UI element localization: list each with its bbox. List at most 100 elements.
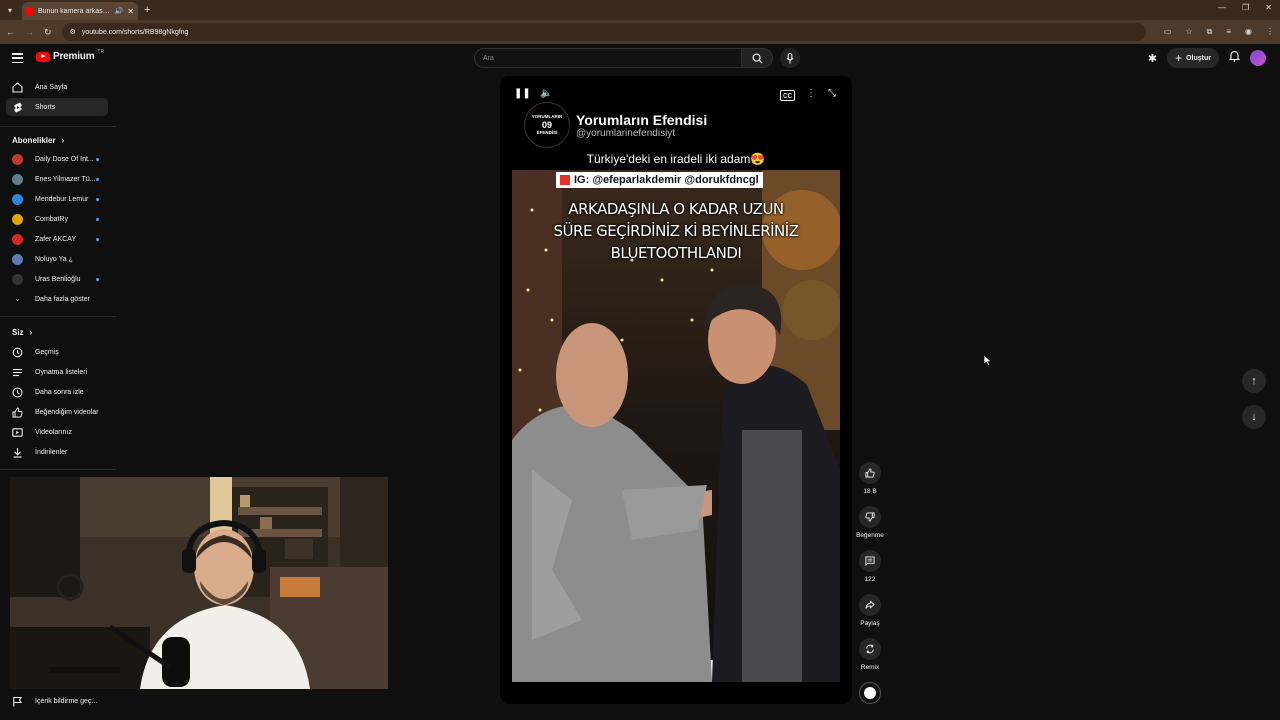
plus-icon: + (1175, 51, 1183, 65)
subscription-item[interactable]: Uras Benlioğlu (6, 270, 108, 288)
new-tab-icon[interactable]: + (144, 4, 150, 16)
sidebar-item-shorts[interactable]: Shorts (6, 98, 108, 116)
studio-icon[interactable]: ✱ (1148, 52, 1157, 65)
captions-icon[interactable]: cc (780, 90, 795, 101)
channel-logo-number: 09 (541, 119, 552, 130)
sidebar-item-label: Shorts (35, 103, 56, 111)
sidebar-item-label: İndirilenler (35, 448, 68, 456)
dislike-button[interactable] (859, 506, 881, 528)
subscription-item[interactable]: Noluyo Ya ¿ (6, 250, 108, 268)
extensions-icon[interactable]: ⧉ (1207, 27, 1213, 37)
comments-button[interactable] (859, 550, 881, 572)
overlay-line: BLUETOOTHLANDI (610, 244, 742, 262)
tab-group-icon[interactable]: ≡ (1226, 27, 1231, 37)
shorts-icon (12, 101, 23, 113)
notifications-bell-icon[interactable] (1228, 49, 1241, 67)
subscription-item[interactable]: Mendebur Lemur (6, 190, 108, 208)
sidebar-item-your-videos[interactable]: Videolarınız (6, 423, 108, 441)
overlay-line: ARKADAŞINLA O KADAR UZUN (568, 200, 784, 218)
sidebar-item-liked-videos[interactable]: Beğendiğim videolar (6, 403, 108, 421)
sidebar-item-report[interactable]: İçerik bildirme geç... (6, 692, 108, 710)
home-icon (12, 81, 23, 93)
subscription-label: Zafer AKCAY (35, 235, 77, 243)
menu-icon[interactable] (12, 53, 23, 63)
share-action[interactable]: Paylaş (854, 594, 886, 627)
remix-action[interactable]: Remix (854, 638, 886, 671)
comments-action[interactable]: 122 (854, 550, 886, 583)
sidebar-item-downloads[interactable]: İndirilenler (6, 443, 108, 461)
bookmark-star-icon[interactable]: ☆ (1185, 27, 1192, 37)
webcam-overlay (10, 477, 388, 689)
subscription-item[interactable]: Enes Yilmazer Tü... (6, 170, 108, 188)
close-tab-icon[interactable]: ✕ (127, 7, 134, 16)
shorts-player[interactable]: ❚❚ 🔈 cc ⋮ ⤡ YORUMLARIN 09 EFENDİSİ Yorum… (500, 76, 852, 704)
sidebar-item-history[interactable]: Geçmiş (6, 343, 108, 361)
channel-logo[interactable]: YORUMLARIN 09 EFENDİSİ (524, 102, 570, 148)
download-icon (12, 447, 23, 458)
account-avatar[interactable] (1250, 50, 1266, 66)
fullscreen-icon[interactable]: ⤡ (828, 88, 836, 99)
history-icon (12, 347, 23, 358)
restore-icon[interactable]: ❐ (1242, 3, 1249, 12)
forward-icon[interactable]: → (25, 27, 34, 37)
show-more-label: Daha fazla göster (35, 295, 90, 303)
more-options-icon[interactable]: ⋮ (806, 88, 816, 99)
sidebar-item-label: Oynatma listeleri (35, 368, 88, 376)
reload-icon[interactable]: ↻ (44, 27, 52, 38)
sidebar-item-label: Geçmiş (35, 348, 59, 356)
logo-country: TR (97, 48, 105, 55)
dislike-action[interactable]: Beğenme (854, 506, 886, 539)
channel-avatar (12, 193, 23, 205)
like-action[interactable]: 18 B (854, 462, 886, 495)
search-input[interactable]: Ara (474, 48, 742, 68)
tab-search-icon[interactable]: ▾ (0, 0, 20, 20)
sound-action[interactable] (854, 682, 886, 704)
url-field[interactable]: ⚙ youtube.com/shorts/RB98gNkgfng (61, 23, 1146, 41)
subscription-item[interactable]: Daily Dose Of Int... (6, 150, 108, 168)
subscription-item[interactable]: CombatRy (6, 210, 108, 228)
youtube-header: Premium TR Ara ✱ + Oluştur (0, 44, 1280, 72)
sound-thumbnail[interactable] (859, 682, 881, 704)
minimize-icon[interactable]: — (1218, 3, 1226, 12)
address-bar: ← → ↻ ⚙ youtube.com/shorts/RB98gNkgfng ▭… (0, 20, 1280, 44)
profile-icon[interactable]: ◉ (1245, 27, 1252, 37)
create-button[interactable]: + Oluştur (1167, 48, 1219, 68)
browser-tab[interactable]: Bunun kamera arkasını izle 🔊 ✕ (22, 2, 138, 20)
subscription-label: Noluyo Ya ¿ (35, 255, 73, 263)
new-content-dot (96, 157, 99, 161)
you-section-title[interactable]: Siz › (12, 328, 32, 337)
channel-name[interactable]: Yorumların Efendisi (576, 112, 707, 128)
share-button[interactable] (859, 594, 881, 616)
install-icon[interactable]: ▭ (1164, 27, 1172, 37)
like-count: 18 B (863, 488, 877, 495)
sidebar-item-watch-later[interactable]: Daha sonra izle (6, 383, 108, 401)
search-button[interactable] (741, 48, 773, 68)
sidebar-item-playlists[interactable]: Oynatma listeleri (6, 363, 108, 381)
previous-short-button[interactable]: ↑ (1242, 369, 1266, 393)
volume-icon[interactable]: 🔈 (540, 88, 552, 99)
youtube-logo[interactable]: Premium TR (36, 48, 105, 62)
subscriptions-title[interactable]: Abonelikler › (12, 136, 64, 145)
back-icon[interactable]: ← (6, 27, 15, 37)
youtube-play-icon (36, 51, 50, 62)
next-short-button[interactable]: ↓ (1242, 405, 1266, 429)
remix-label: Remix (860, 664, 880, 671)
speaker-icon[interactable]: 🔊 (115, 7, 124, 15)
pause-icon[interactable]: ❚❚ (514, 88, 531, 99)
thumbs-down-icon (865, 512, 875, 522)
logo-text: Premium (53, 51, 95, 62)
show-more-button[interactable]: ⌄ Daha fazla göster (6, 290, 108, 308)
close-window-icon[interactable]: ✕ (1265, 3, 1272, 12)
arrow-up-icon: ↑ (1251, 375, 1257, 387)
subscription-item[interactable]: Zafer AKCAY (6, 230, 108, 248)
voice-search-button[interactable] (780, 48, 800, 68)
like-button[interactable] (859, 462, 881, 484)
channel-avatar (12, 173, 23, 185)
dislike-label: Beğenme (856, 532, 884, 539)
browser-menu-icon[interactable]: ⋮ (1266, 27, 1274, 37)
chevron-right-icon: › (61, 136, 65, 145)
remix-button[interactable] (859, 638, 881, 660)
comment-icon (865, 556, 875, 566)
site-info-icon[interactable]: ⚙ (70, 28, 76, 36)
sidebar-item-home[interactable]: Ana Sayfa (6, 78, 108, 96)
